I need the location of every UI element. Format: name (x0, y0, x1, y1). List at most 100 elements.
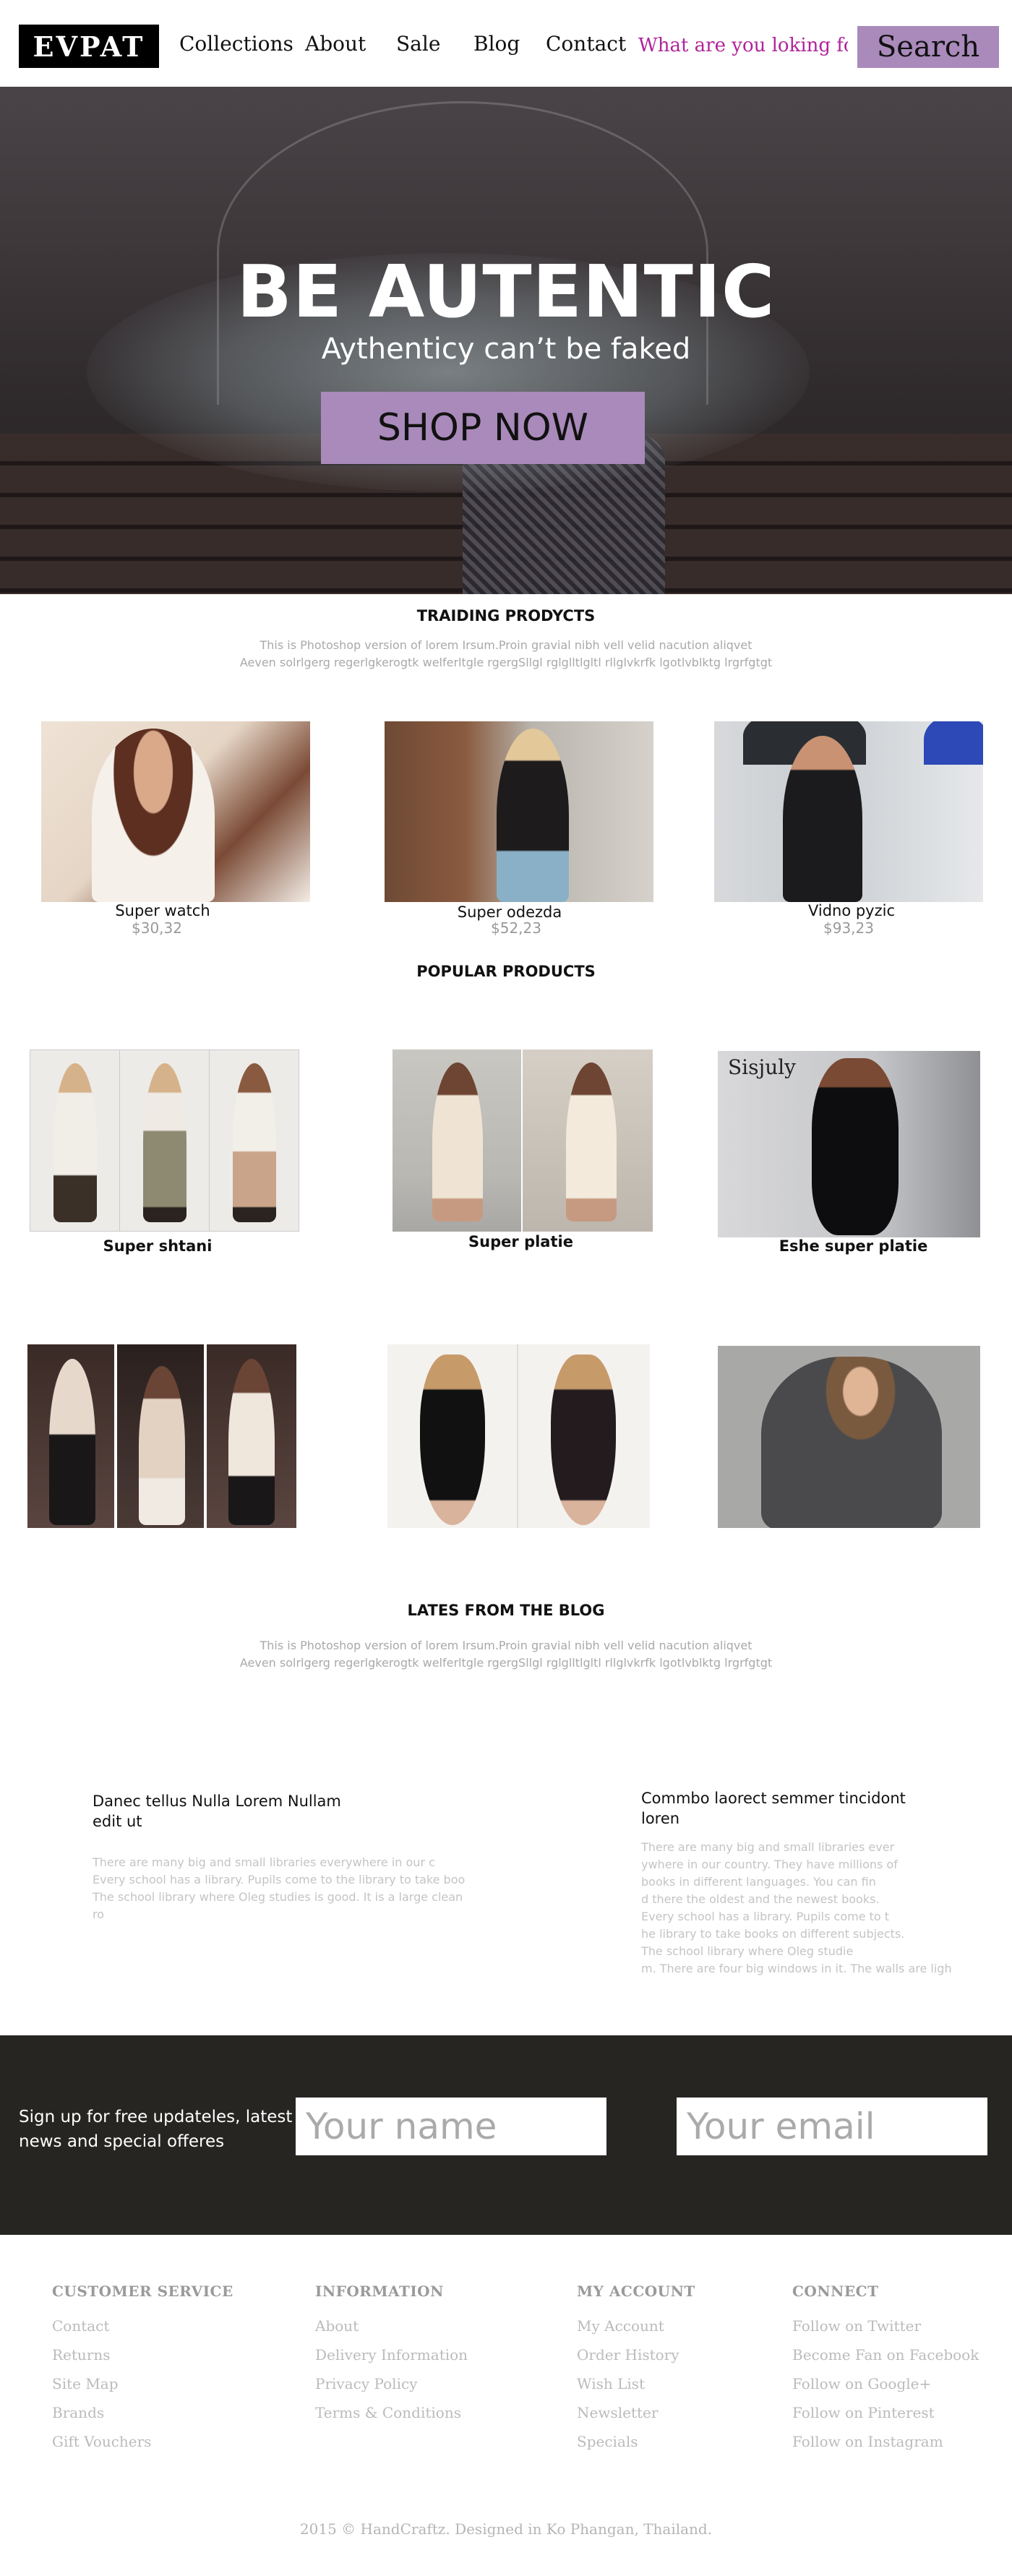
header: EVPAT Collections About Sale Blog Contac… (0, 0, 1012, 87)
model-figure (233, 1063, 276, 1222)
blog-desc-line1: This is Photoshop version of lorem Irsum… (260, 1639, 752, 1652)
product-image-backless-top[interactable] (27, 1344, 296, 1528)
product-name[interactable]: Super platie (393, 1233, 649, 1250)
footer-link-order-history[interactable]: Order History (577, 2346, 679, 2364)
footer-link-newsletter[interactable]: Newsletter (577, 2404, 658, 2421)
blog-post-title-line2[interactable]: loren (641, 1807, 974, 1830)
panel (387, 1344, 518, 1528)
footer-heading-connect: CONNECT (792, 2283, 879, 2300)
trending-desc-line2: Aeven solrlgerg regerlgkerogtk welferltg… (239, 656, 773, 669)
model-figure (420, 1354, 485, 1525)
nav-sale[interactable]: Sale (396, 32, 440, 56)
model-figure (812, 1058, 899, 1235)
footer-link-delivery-information[interactable]: Delivery Information (315, 2346, 468, 2364)
footer-link-site-map[interactable]: Site Map (52, 2375, 119, 2392)
product-image-grey-suit[interactable] (718, 1346, 980, 1528)
product-image-super-watch[interactable] (41, 721, 310, 902)
panel (210, 1050, 299, 1231)
panel (207, 1344, 296, 1528)
blog-post-body-line: ywhere in our country. They have million… (641, 1858, 898, 1871)
footer-link-facebook[interactable]: Become Fan on Facebook (792, 2346, 979, 2364)
model-figure (143, 1063, 186, 1222)
blog-post-body-line: There are many big and small libraries e… (93, 1855, 435, 1869)
blog-post-body-line: There are many big and small libraries e… (641, 1840, 895, 1854)
footer-link-specials[interactable]: Specials (577, 2433, 638, 2450)
shop-now-button[interactable]: SHOP NOW (321, 392, 645, 464)
product-image-vidno-pyzic[interactable] (714, 721, 983, 902)
nav-contact[interactable]: Contact (546, 32, 626, 56)
newsletter-text-line1: Sign up for free updateles, latest (19, 2108, 293, 2126)
trending-desc-line1: This is Photoshop version of lorem Irsum… (260, 638, 752, 652)
footer-link-my-account[interactable]: My Account (577, 2317, 664, 2335)
model-figure (49, 1359, 95, 1525)
product-image-eshe-super-platie[interactable]: Sisjuly (718, 1051, 980, 1237)
product-image-super-shtani[interactable] (30, 1049, 299, 1232)
model-figure (432, 1062, 483, 1222)
model-figure (551, 1354, 616, 1525)
product-name[interactable]: Super odezda (385, 903, 635, 921)
product-price: $93,23 (823, 919, 874, 937)
blog-post-body-line: The school library where Oleg studie (641, 1944, 854, 1958)
trending-title: TRAIDING PRODYCTS (416, 607, 596, 624)
blog-desc-line2: Aeven solrlgerg regerlgkerogtk welferltg… (239, 1656, 773, 1670)
search-button[interactable]: Search (857, 26, 999, 68)
panel (30, 1050, 120, 1231)
model-figure (566, 1062, 617, 1222)
blog-post-body-line: he library to take books on different su… (641, 1927, 905, 1941)
product-name[interactable]: Super watch (41, 902, 284, 919)
copyright: 2015 © HandCraftz. Designed in Ko Phanga… (299, 2520, 713, 2538)
product-price: $52,23 (491, 919, 541, 937)
newsletter-text: Sign up for free updateles, latest news … (19, 2105, 293, 2154)
email-input[interactable] (677, 2098, 987, 2155)
product-image-super-odezda[interactable] (385, 721, 653, 902)
popular-title: POPULAR PRODUCTS (416, 963, 596, 980)
product-name[interactable]: Eshe super platie (718, 1237, 989, 1255)
nav-collections[interactable]: Collections (179, 32, 293, 56)
panel (117, 1344, 207, 1528)
footer-link-instagram[interactable]: Follow on Instagram (792, 2433, 943, 2450)
newsletter-section: Sign up for free updateles, latest news … (0, 2035, 1012, 2235)
panel (393, 1049, 523, 1232)
footer-heading-customer-service: CUSTOMER SERVICE (52, 2283, 233, 2300)
hero-subtitle: Aythenticy can’t be faked (321, 332, 691, 366)
panel (120, 1050, 210, 1231)
footer-link-brands[interactable]: Brands (52, 2404, 104, 2421)
footer-link-privacy-policy[interactable]: Privacy Policy (315, 2375, 417, 2392)
footer-link-google-plus[interactable]: Follow on Google+ (792, 2375, 931, 2392)
blog-post-body-line: Every school has a library. Pupils come … (641, 1910, 890, 1923)
footer-link-wish-list[interactable]: Wish List (577, 2375, 645, 2392)
panel (27, 1344, 117, 1528)
product-name[interactable]: Vidno pyzic (714, 902, 989, 919)
hero-banner: BE AUTENTIC Aythenticy can’t be faked SH… (0, 87, 1012, 594)
hero-title: BE AUTENTIC (236, 249, 776, 334)
footer-link-pinterest[interactable]: Follow on Pinterest (792, 2404, 935, 2421)
product-name[interactable]: Super shtani (30, 1237, 286, 1255)
panel (523, 1049, 653, 1232)
footer-link-terms-conditions[interactable]: Terms & Conditions (315, 2404, 461, 2421)
footer-link-returns[interactable]: Returns (52, 2346, 111, 2364)
blog-post-title-line2[interactable]: edit ut (93, 1810, 382, 1833)
blog-post-body-line: Every school has a library. Pupils come … (93, 1873, 466, 1886)
logo[interactable]: EVPAT (19, 25, 159, 68)
nav-about[interactable]: About (305, 32, 366, 56)
footer-heading-information: INFORMATION (315, 2283, 444, 2300)
search-input[interactable] (638, 29, 848, 62)
product-image-black-dress[interactable] (387, 1344, 650, 1528)
newsletter-text-line2: news and special offeres (19, 2132, 225, 2151)
model-figure (497, 729, 569, 902)
blog-post-body-line: m. There are four big windows in it. The… (641, 1962, 952, 1975)
product-image-super-platie[interactable] (393, 1049, 653, 1232)
footer-link-contact[interactable]: Contact (52, 2317, 109, 2335)
model-figure (139, 1366, 185, 1525)
model-figure (228, 1359, 275, 1525)
footer-link-twitter[interactable]: Follow on Twitter (792, 2317, 921, 2335)
model-figure (783, 736, 862, 902)
panel (518, 1344, 650, 1528)
blog-post-body-line: The school library where Oleg studies is… (93, 1890, 463, 1921)
name-input[interactable] (296, 2098, 606, 2155)
image-caption: Sisjuly (728, 1055, 796, 1079)
nav-blog[interactable]: Blog (473, 32, 520, 56)
product-price: $30,32 (132, 919, 182, 937)
footer-link-gift-vouchers[interactable]: Gift Vouchers (52, 2433, 151, 2450)
footer-link-about[interactable]: About (315, 2317, 359, 2335)
